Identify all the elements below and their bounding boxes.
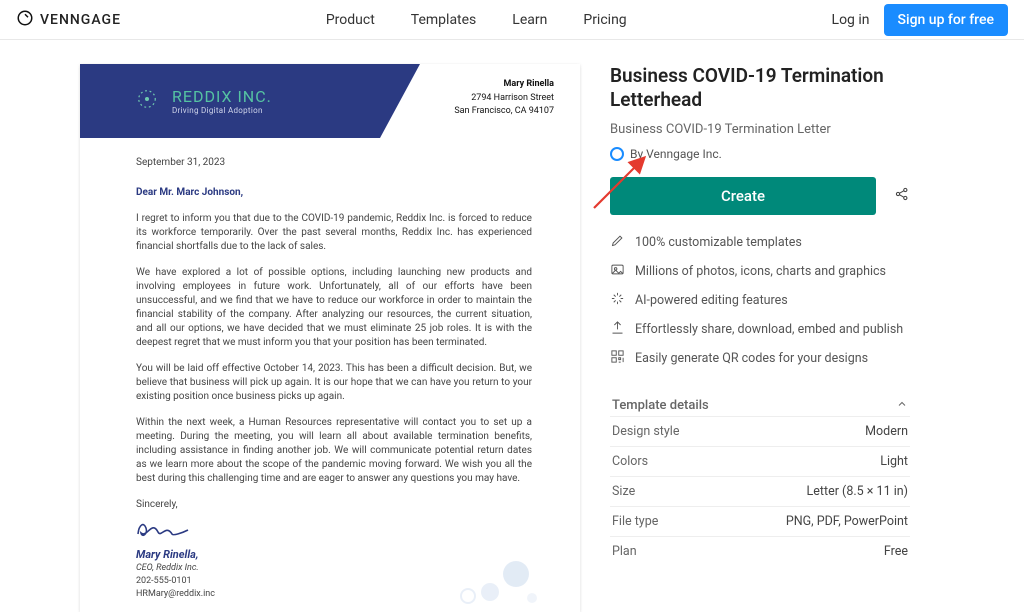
share-icon[interactable] — [894, 186, 910, 206]
chevron-up-icon — [896, 398, 908, 414]
sparkle-icon — [610, 291, 625, 310]
letter-para-2: We have explored a lot of possible optio… — [136, 266, 532, 350]
detail-key: Design style — [610, 416, 718, 446]
detail-val: Modern — [718, 416, 910, 446]
sender-block: Mary Rinella 2794 Harrison Street San Fr… — [454, 78, 554, 119]
bubbles-decoration-icon — [450, 556, 540, 606]
letter-closer: Sincerely, — [136, 498, 532, 512]
feature-label: Easily generate QR codes for your design… — [635, 351, 868, 366]
login-link[interactable]: Log in — [832, 12, 870, 28]
feature-customizable: 100% customizable templates — [610, 233, 910, 252]
topbar: VENNGAGE Product Templates Learn Pricing… — [0, 0, 1024, 40]
nav-product[interactable]: Product — [326, 12, 375, 28]
letterhead: REDDIX INC. Driving Digital Adoption Mar… — [80, 64, 580, 138]
detail-row: File typePNG, PDF, PowerPoint — [610, 506, 910, 536]
detail-key: Size — [610, 476, 718, 506]
brand-logo[interactable]: VENNGAGE — [16, 9, 121, 31]
detail-key: Colors — [610, 446, 718, 476]
feature-label: Effortlessly share, download, embed and … — [635, 322, 903, 337]
clock-icon — [16, 9, 34, 31]
upload-icon — [610, 320, 625, 339]
detail-val: PNG, PDF, PowerPoint — [718, 506, 910, 536]
pencil-icon — [610, 233, 625, 252]
sender-name: Mary Rinella — [454, 78, 554, 92]
detail-row: ColorsLight — [610, 446, 910, 476]
details-table: Design styleModern ColorsLight SizeLette… — [610, 416, 910, 566]
sender-addr2: San Francisco, CA 94107 — [454, 105, 554, 119]
letter-body: September 31, 2023 Dear Mr. Marc Johnson… — [80, 138, 580, 600]
info-panel: Business COVID-19 Termination Letterhead… — [610, 64, 910, 612]
details-label: Template details — [612, 398, 709, 413]
feature-media: Millions of photos, icons, charts and gr… — [610, 262, 910, 281]
template-details-toggle[interactable]: Template details — [610, 390, 910, 416]
nav-pricing[interactable]: Pricing — [583, 12, 626, 28]
nav-right: Log in Sign up for free — [832, 4, 1008, 36]
dot-circle-icon — [136, 88, 158, 114]
letter-date: September 31, 2023 — [136, 156, 532, 170]
template-title: Business COVID-19 Termination Letterhead — [610, 64, 910, 112]
create-button[interactable]: Create — [610, 177, 876, 215]
detail-val: Light — [718, 446, 910, 476]
letter-para-1: I regret to inform you that due to the C… — [136, 212, 532, 254]
template-subtitle: Business COVID-19 Termination Letter — [610, 122, 910, 137]
company-name: REDDIX INC. — [172, 87, 272, 106]
signature-icon — [136, 518, 192, 540]
template-preview[interactable]: REDDIX INC. Driving Digital Adoption Mar… — [80, 64, 580, 612]
brand-name: VENNGAGE — [40, 12, 121, 28]
qr-icon — [610, 349, 625, 368]
nav-templates[interactable]: Templates — [411, 12, 477, 28]
company-tagline: Driving Digital Adoption — [172, 106, 272, 115]
letter-para-4: Within the next week, a Human Resources … — [136, 416, 532, 486]
byline-text: By Venngage Inc. — [630, 147, 722, 161]
detail-row: SizeLetter (8.5 × 11 in) — [610, 476, 910, 506]
venngage-badge-icon — [610, 147, 624, 161]
feature-ai: AI-powered editing features — [610, 291, 910, 310]
detail-val: Letter (8.5 × 11 in) — [718, 476, 910, 506]
feature-label: AI-powered editing features — [635, 293, 788, 308]
main-nav: Product Templates Learn Pricing — [121, 12, 832, 28]
sender-addr1: 2794 Harrison Street — [454, 92, 554, 106]
letter-greet: Dear Mr. Marc Johnson, — [136, 186, 532, 200]
detail-key: File type — [610, 506, 718, 536]
feature-label: Millions of photos, icons, charts and gr… — [635, 264, 886, 279]
feature-qr: Easily generate QR codes for your design… — [610, 349, 910, 368]
nav-learn[interactable]: Learn — [512, 12, 547, 28]
detail-row: Design styleModern — [610, 416, 910, 446]
signup-button[interactable]: Sign up for free — [884, 4, 1008, 36]
detail-row: PlanFree — [610, 536, 910, 566]
detail-key: Plan — [610, 536, 718, 566]
detail-val: Free — [718, 536, 910, 566]
feature-label: 100% customizable templates — [635, 235, 802, 250]
letter-para-3: You will be laid off effective October 1… — [136, 362, 532, 404]
feature-list: 100% customizable templates Millions of … — [610, 233, 910, 368]
template-byline: By Venngage Inc. — [610, 147, 910, 161]
feature-share: Effortlessly share, download, embed and … — [610, 320, 910, 339]
image-icon — [610, 262, 625, 281]
